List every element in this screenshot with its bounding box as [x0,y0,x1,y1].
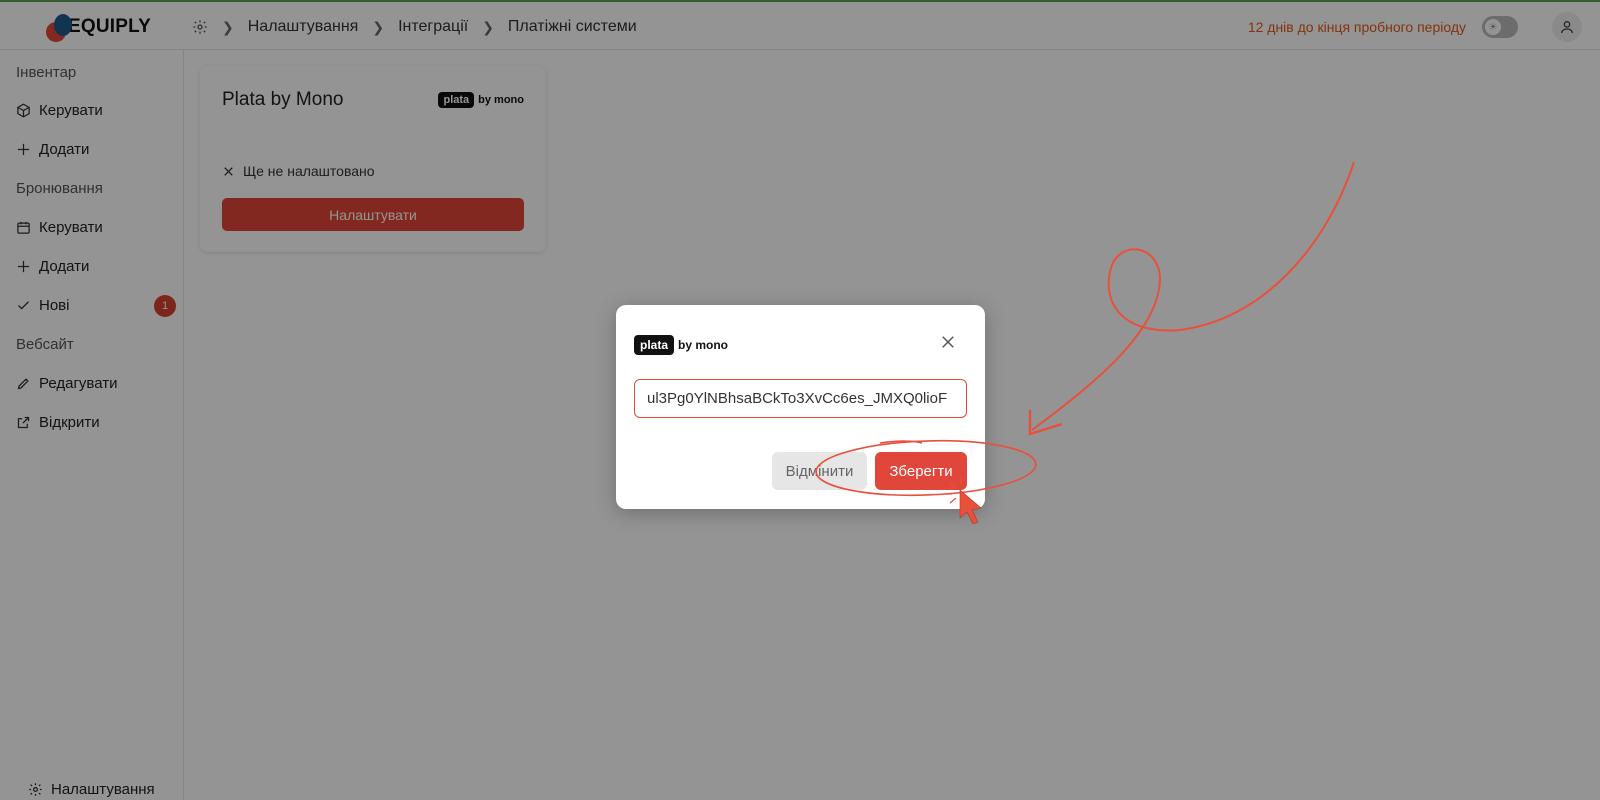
plata-logo: plata by mono [634,335,728,355]
plata-setup-modal: plata by mono Відмінити Зберегти [616,305,985,509]
api-token-input[interactable] [634,379,967,418]
save-button[interactable]: Зберегти [875,452,967,490]
close-icon[interactable] [939,333,957,351]
cancel-button[interactable]: Відмінити [772,452,867,490]
